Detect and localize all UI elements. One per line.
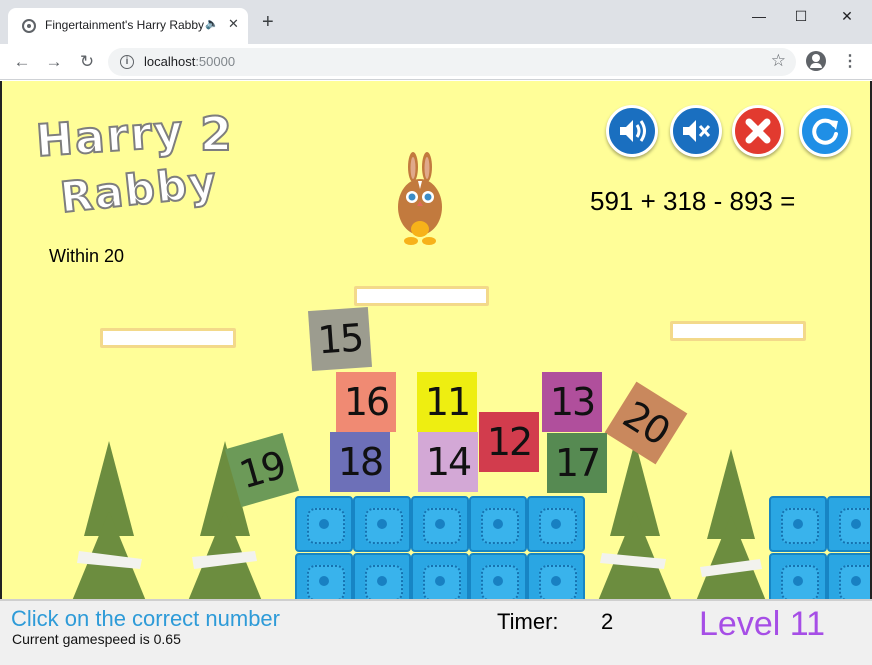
number-tile[interactable]: 18 — [330, 432, 390, 492]
speaker-mute-icon — [683, 120, 711, 142]
site-info-icon[interactable]: i — [120, 55, 134, 69]
bookmark-star-icon[interactable]: ☆ — [771, 51, 786, 71]
ground-block — [527, 553, 585, 599]
window-close-icon[interactable]: ✕ — [832, 4, 862, 28]
refresh-icon — [812, 118, 838, 145]
game-canvas: Harry 2 Rabby Within 20 591 + 318 - 893 … — [0, 81, 872, 599]
number-tile[interactable]: 17 — [547, 433, 607, 493]
difficulty-label: Within 20 — [49, 246, 125, 266]
address-bar[interactable]: i localhost:50000 ☆ — [108, 48, 796, 76]
back-icon[interactable]: ← — [10, 50, 34, 74]
ground-block — [353, 553, 411, 599]
ground-block — [295, 553, 353, 599]
logo-number-text: 2 — [199, 106, 235, 162]
status-bar: Click on the correct number Current game… — [0, 599, 872, 665]
quit-button[interactable] — [732, 105, 784, 157]
ground-block — [353, 496, 411, 552]
number-tile[interactable]: 16 — [336, 372, 396, 432]
ground-block — [411, 553, 469, 599]
logo-harry-text: Harry — [33, 105, 187, 168]
platform — [354, 286, 489, 306]
reload-icon[interactable]: ↻ — [75, 50, 99, 74]
forward-icon[interactable]: → — [42, 50, 66, 74]
mute-button[interactable] — [670, 105, 722, 157]
number-tile[interactable]: 13 — [542, 372, 602, 432]
ground-block — [469, 496, 527, 552]
new-tab-button[interactable]: + — [262, 12, 274, 32]
timer-label: Timer: — [497, 609, 559, 634]
profile-icon[interactable] — [806, 51, 826, 71]
game-speed-text: Current gamespeed is 0.65 — [12, 631, 181, 647]
browser-tab[interactable]: Fingertainment's Harry Rabby 🔈 ✕ — [8, 8, 248, 44]
speaker-on-icon — [620, 120, 646, 142]
logo-rabby-text: Rabby — [57, 156, 221, 223]
equation-text: 591 + 318 - 893 = — [590, 186, 796, 216]
ground-block — [769, 553, 827, 599]
ground-block — [295, 496, 353, 552]
url-text: localhost:50000 — [144, 54, 236, 69]
tab-title: Fingertainment's Harry Rabby — [45, 18, 205, 32]
number-tile[interactable]: 11 — [417, 372, 477, 432]
number-tile[interactable]: 12 — [479, 412, 539, 472]
ground-block — [527, 496, 585, 552]
tab-favicon-icon — [22, 19, 36, 33]
ground-block — [769, 496, 827, 552]
ground-block — [827, 496, 870, 552]
level-indicator: Level 11 — [699, 605, 826, 643]
instruction-text: Click on the correct number — [11, 606, 280, 631]
ground-block — [469, 553, 527, 599]
platform — [100, 328, 236, 348]
pine-tree — [696, 449, 766, 599]
ground-block — [827, 553, 870, 599]
browser-toolbar: ← → ↻ i localhost:50000 ☆ ⋮ — [0, 44, 872, 80]
browser-titlebar: Fingertainment's Harry Rabby 🔈 ✕ + — ☐ ✕ — [0, 0, 872, 44]
number-tile[interactable]: 15 — [307, 306, 373, 372]
number-tile[interactable]: 14 — [418, 432, 478, 492]
ground-block — [411, 496, 469, 552]
tab-close-icon[interactable]: ✕ — [228, 16, 239, 32]
close-icon — [745, 118, 771, 144]
minimize-icon[interactable]: — — [744, 4, 774, 28]
rabbit-character — [398, 152, 442, 245]
menu-dots-icon[interactable]: ⋮ — [840, 51, 860, 73]
timer-value: 2 — [601, 609, 614, 634]
maximize-icon[interactable]: ☐ — [786, 4, 816, 28]
restart-button[interactable] — [799, 105, 851, 157]
sound-on-button[interactable] — [606, 105, 658, 157]
pine-tree — [72, 441, 146, 599]
tab-speaker-icon[interactable]: 🔈 — [205, 17, 219, 30]
platform — [670, 321, 806, 341]
